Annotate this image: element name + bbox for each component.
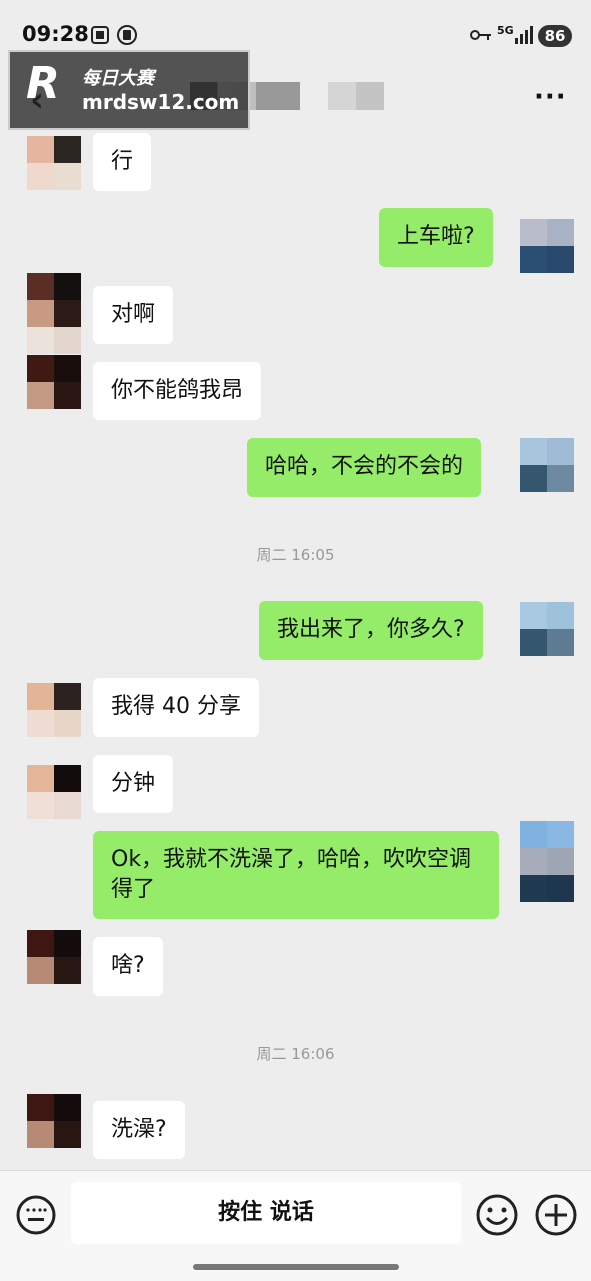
contact-avatar[interactable] [27, 683, 81, 737]
contact-avatar[interactable] [27, 355, 81, 409]
emoji-icon[interactable] [475, 1193, 519, 1237]
received-message[interactable]: 分钟 [93, 755, 174, 813]
watermark-logo: R [26, 58, 60, 109]
sent-message[interactable]: 上车啦? [379, 208, 493, 267]
message-text: 我出来了，你多久? [277, 617, 465, 642]
timestamp: 周二 16:06 [256, 1045, 335, 1063]
received-message[interactable]: 对啊 [93, 286, 174, 344]
signal-icon [515, 26, 533, 44]
watermark-title: 每日大赛 [82, 68, 154, 89]
message-text: 行 [111, 149, 134, 174]
chat-subtitle-blurred [328, 82, 384, 110]
plus-icon[interactable] [534, 1193, 578, 1237]
message-text: 你不能鸽我昂 [111, 378, 244, 403]
battery-indicator: 86 [538, 25, 572, 47]
contact-avatar[interactable] [27, 136, 81, 190]
status-time: 09:28 [22, 22, 89, 46]
home-indicator[interactable] [193, 1264, 399, 1270]
received-message[interactable]: 啥? [93, 937, 163, 996]
message-text: 哈哈，不会的不会的 [265, 454, 464, 479]
received-message[interactable]: 你不能鸽我昂 [93, 362, 262, 420]
contact-avatar[interactable] [27, 1094, 81, 1148]
my-avatar[interactable] [520, 821, 574, 902]
sent-message[interactable]: 我出来了，你多久? [259, 601, 483, 660]
message-text: 啥? [111, 953, 145, 978]
sim-icon [117, 25, 137, 45]
watermark: R 每日大赛 mrdsw12.com [8, 50, 250, 130]
message-text: 对啊 [111, 302, 156, 327]
contact-avatar[interactable] [27, 930, 81, 984]
received-message[interactable]: 我得 40 分享 [93, 678, 259, 737]
message-text: 分钟 [111, 771, 156, 796]
message-text: 上车啦? [397, 224, 475, 249]
key-icon [470, 30, 491, 40]
avatar-fragment [27, 327, 81, 354]
sent-message[interactable]: 哈哈，不会的不会的 [247, 438, 482, 497]
contact-avatar[interactable] [27, 765, 81, 819]
received-message[interactable]: 行 [93, 133, 152, 191]
my-avatar[interactable] [520, 602, 574, 656]
received-message[interactable]: 洗澡? [93, 1101, 185, 1159]
screenshot-icon [91, 26, 109, 44]
message-text: Ok，我就不洗澡了，哈哈，吹吹空调得了 [111, 847, 472, 902]
watermark-url: mrdsw12.com [82, 90, 240, 114]
message-text: 洗澡? [111, 1117, 167, 1142]
hold-to-talk-button[interactable]: 按住 说话 [71, 1182, 461, 1244]
timestamp: 周二 16:05 [256, 546, 335, 564]
contact-avatar[interactable] [27, 273, 81, 327]
message-text: 我得 40 分享 [111, 694, 241, 719]
my-avatar[interactable] [520, 219, 574, 273]
more-options-button[interactable]: ··· [534, 82, 567, 112]
network-type: 5G [497, 24, 514, 37]
sent-message[interactable]: Ok，我就不洗澡了，哈哈，吹吹空调得了 [93, 831, 499, 919]
my-avatar[interactable] [520, 438, 574, 492]
keyboard-icon[interactable] [15, 1194, 57, 1236]
